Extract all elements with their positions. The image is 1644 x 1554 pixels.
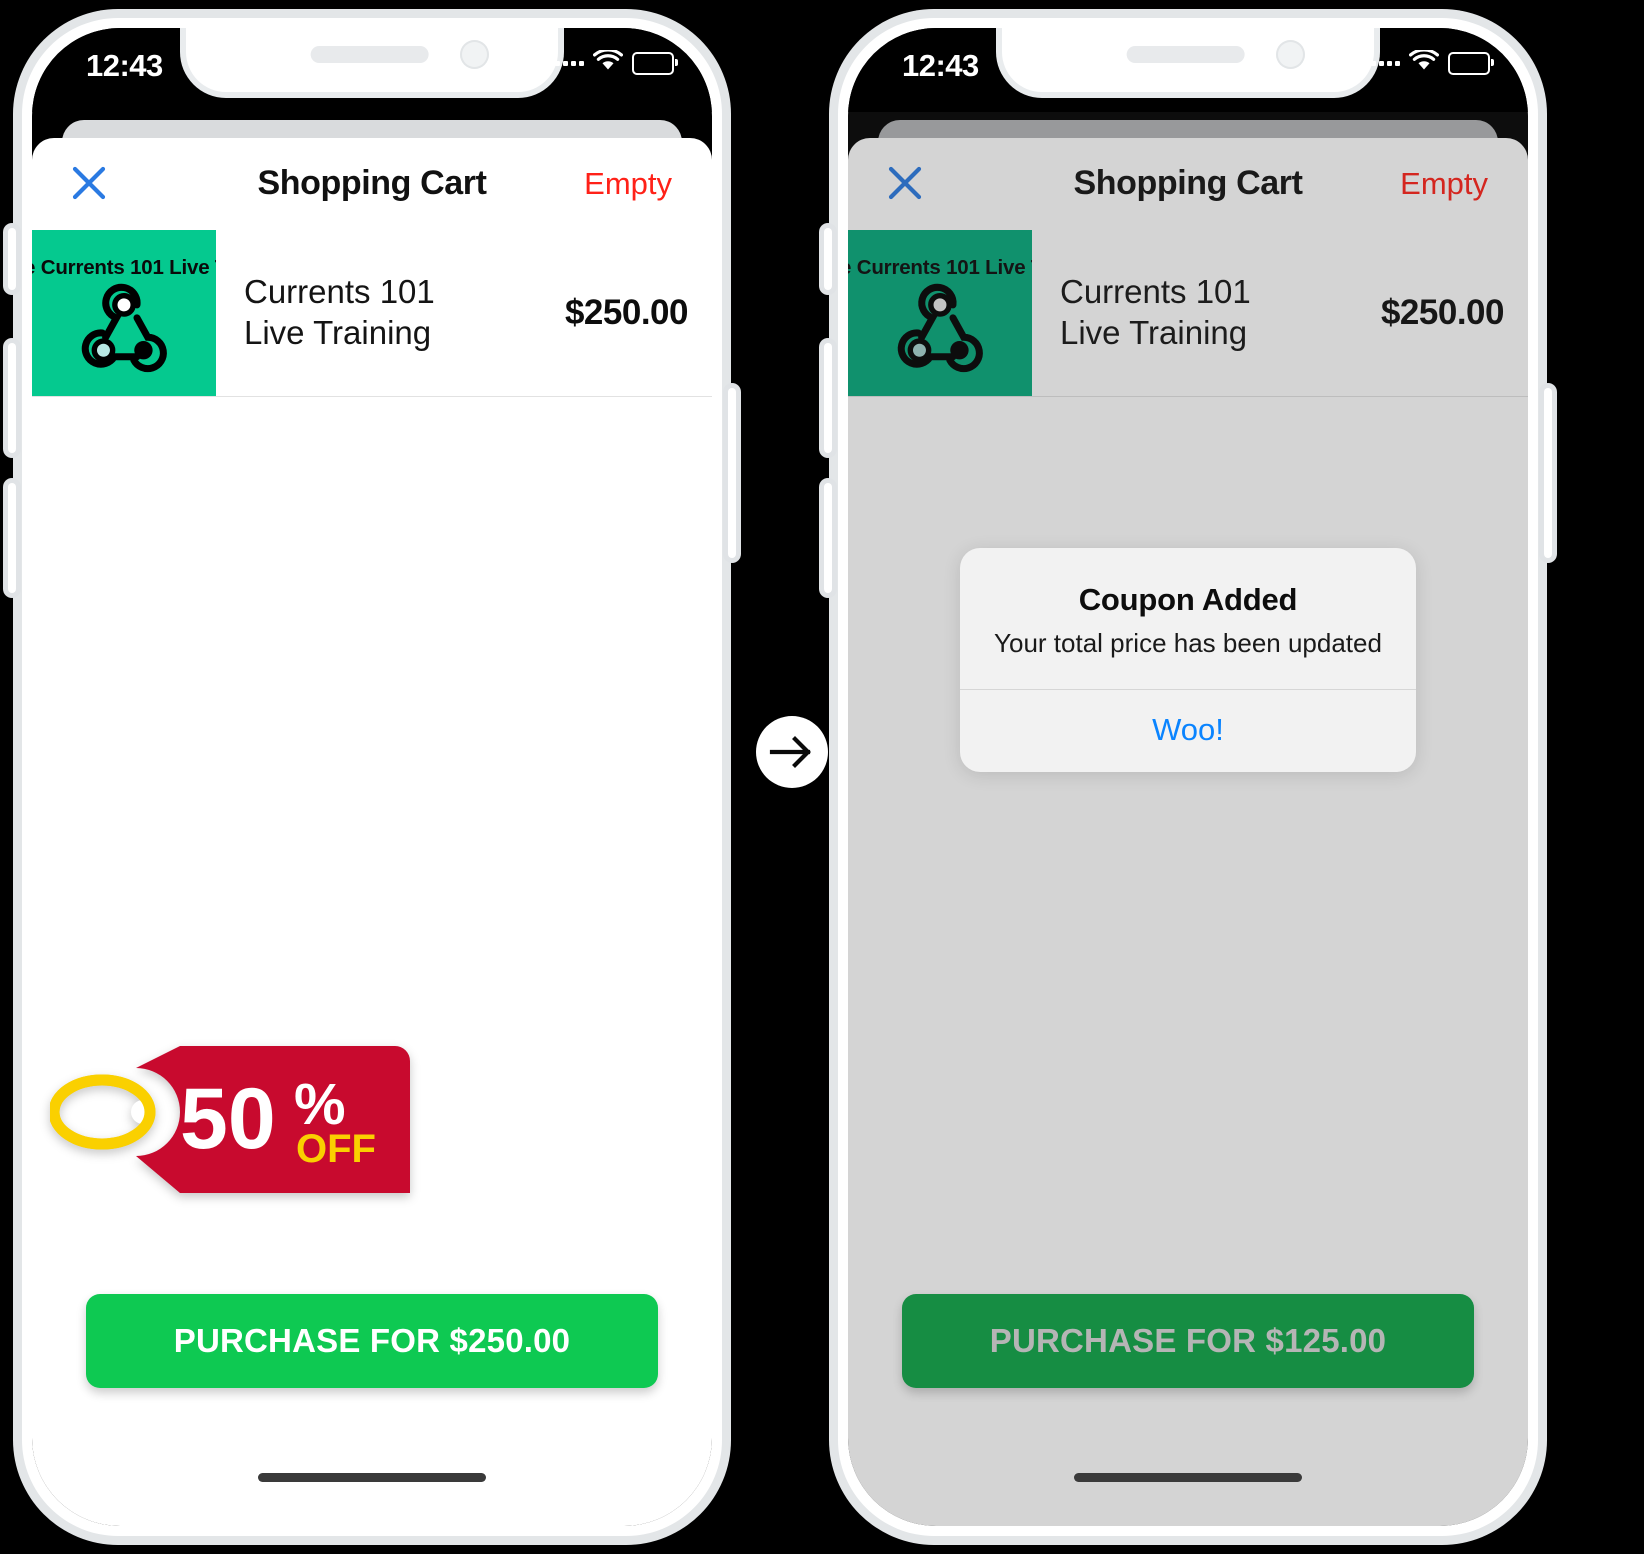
status-bar-clock: 12:43: [86, 48, 163, 83]
alert-message: Your total price has been updated: [994, 628, 1382, 658]
earpiece-speaker: [1126, 46, 1245, 63]
power-button[interactable]: [1544, 388, 1552, 558]
front-camera: [460, 40, 489, 69]
empty-cart-button[interactable]: Empty: [584, 166, 672, 202]
product-name-line1: Currents 101: [244, 273, 435, 311]
purchase-button[interactable]: PURCHASE FOR $250.00: [86, 1294, 658, 1388]
alert-confirm-button[interactable]: Woo!: [960, 689, 1416, 772]
power-button[interactable]: [728, 388, 736, 558]
coupon-off-text: OFF: [296, 1127, 376, 1171]
coupon-percent-text: 50: [180, 1071, 276, 1167]
product-name: Currents 101 Live Training: [1060, 272, 1251, 353]
silent-switch-button[interactable]: [824, 228, 832, 290]
alert-title: Coupon Added: [1078, 582, 1298, 617]
product-price: $250.00: [1380, 293, 1505, 332]
signal-dots-icon: [1371, 61, 1400, 66]
coupon-discount-tag[interactable]: 50 % OFF: [50, 1028, 410, 1193]
cart-sheet-after: Shopping Cart Empty ze Currents 101 Live…: [848, 138, 1528, 1526]
wifi-icon: [593, 48, 623, 77]
signal-dots-icon: [555, 61, 584, 66]
notch-island: [1002, 28, 1374, 92]
cart-item-body: Currents 101 Live Training $250.00: [1032, 230, 1528, 396]
alert-body: Coupon Added Your total price has been u…: [960, 548, 1416, 689]
status-bar: 12:43: [848, 28, 1528, 112]
phone-after: 12:43 Shopping Cart Empty Currents 101 L…: [824, 18, 1552, 1536]
notch-island: [186, 28, 558, 92]
product-thumbnail: ze Currents 101 Live Traini: [848, 230, 1032, 396]
cart-item-row[interactable]: ze Currents 101 Live Traini: [848, 230, 1528, 397]
product-name-line2: Live Training: [244, 314, 432, 351]
product-thumbnail: ze Currents 101 Live Traini: [32, 230, 216, 396]
status-bar-indicators: [1371, 48, 1494, 77]
battery-icon: [632, 52, 678, 75]
status-bar-clock: 12:43: [902, 48, 979, 83]
earpiece-speaker: [310, 46, 429, 63]
coupon-added-alert: Coupon Added Your total price has been u…: [960, 548, 1416, 772]
webhook-icon: [70, 272, 178, 380]
phone-screen-before: 12:43 Shopping Cart Empty Currents 101 L…: [32, 28, 712, 1526]
front-camera: [1276, 40, 1305, 69]
home-indicator[interactable]: [258, 1473, 486, 1482]
cart-sheet-before: Shopping Cart Empty ze Currents 101 Live…: [32, 138, 712, 1526]
phone-before: 12:43 Shopping Cart Empty Currents 101 L…: [8, 18, 736, 1536]
status-bar-indicators: [555, 48, 678, 77]
cart-item-row[interactable]: ze Currents 101 Live Traini: [32, 230, 712, 397]
webhook-icon: [886, 272, 994, 380]
battery-icon: [1448, 52, 1494, 75]
wifi-icon: [1409, 48, 1439, 77]
volume-up-button[interactable]: [824, 343, 832, 453]
flow-arrow-right-icon: [756, 716, 828, 788]
cart-navbar: Shopping Cart Empty: [32, 138, 712, 230]
product-name-line2: Live Training: [1060, 314, 1248, 351]
product-price: $250.00: [564, 293, 689, 332]
purchase-button[interactable]: PURCHASE FOR $125.00: [902, 1294, 1474, 1388]
cart-item-body: Currents 101 Live Training $250.00: [216, 230, 712, 396]
silent-switch-button[interactable]: [8, 228, 16, 290]
empty-cart-button[interactable]: Empty: [1400, 166, 1488, 202]
volume-down-button[interactable]: [8, 483, 16, 593]
cart-navbar: Shopping Cart Empty: [848, 138, 1528, 230]
volume-up-button[interactable]: [8, 343, 16, 453]
status-bar: 12:43: [32, 28, 712, 112]
home-indicator[interactable]: [1074, 1473, 1302, 1482]
product-name: Currents 101 Live Training: [244, 272, 435, 353]
volume-down-button[interactable]: [824, 483, 832, 593]
product-name-line1: Currents 101: [1060, 273, 1251, 311]
phone-screen-after: 12:43 Shopping Cart Empty Currents 101 L…: [848, 28, 1528, 1526]
